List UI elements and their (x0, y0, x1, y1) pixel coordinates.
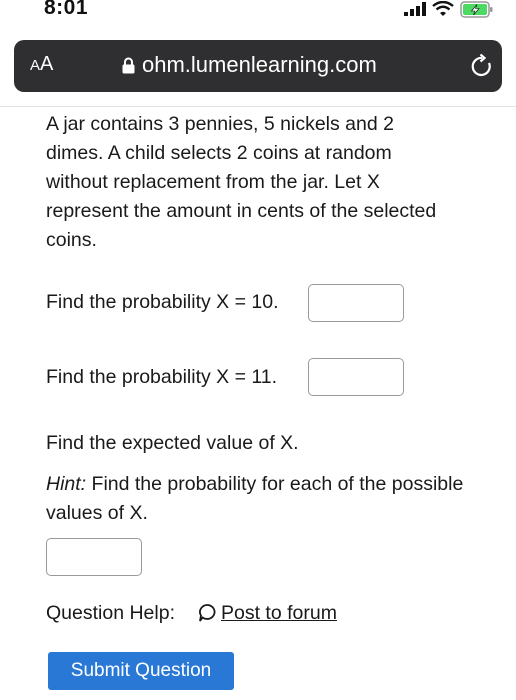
status-bar: 8:01 (0, 0, 516, 22)
post-to-forum-link[interactable]: Post to forum (221, 602, 337, 625)
divider (0, 106, 516, 107)
reload-icon[interactable] (470, 53, 494, 84)
expected-value-input[interactable] (46, 538, 142, 576)
hint-body: Find the probability for each of the pos… (46, 473, 464, 524)
hint-text: Hint: Find the probability for each of t… (46, 470, 466, 528)
lock-icon (122, 57, 135, 79)
status-time: 8:01 (44, 0, 89, 19)
question-text: A jar contains 3 pennies, 5 nickels and … (46, 113, 437, 251)
battery-charging-icon (460, 1, 494, 24)
address-bar[interactable]: AA ohm.lumenlearning.com (14, 40, 502, 92)
part2-label: Find the probability X = 11. (46, 366, 278, 388)
hint-prefix: Hint: (46, 473, 87, 495)
wifi-icon (432, 0, 454, 22)
speech-bubble-icon[interactable] (198, 603, 218, 628)
url-text[interactable]: ohm.lumenlearning.com (142, 52, 377, 78)
part3-label: Find the expected value of X. (46, 432, 299, 454)
submit-question-button[interactable]: Submit Question (48, 652, 234, 690)
question-help-label: Question Help: (46, 602, 175, 624)
cellular-signal-icon (404, 2, 428, 21)
part2-answer-input[interactable] (308, 358, 404, 396)
part1-label: Find the probability X = 10. (46, 291, 279, 313)
part1-answer-input[interactable] (308, 284, 404, 322)
text-size-button[interactable]: AA (30, 53, 53, 76)
